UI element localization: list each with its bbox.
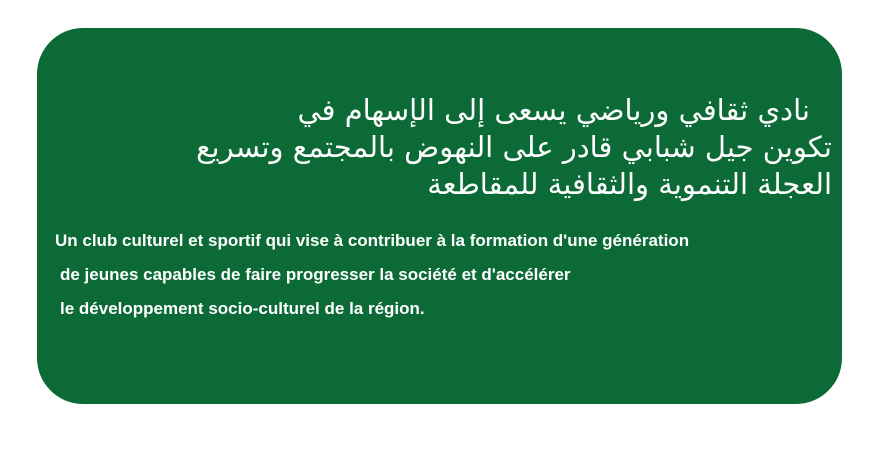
arabic-line-2: تكوين جيل شبابي قادر على النهوض بالمجتمع… [196,130,832,164]
french-line-3: le développement socio-culturel de la ré… [60,299,425,318]
french-mission-text: Un club culturel et sportif qui vise à c… [55,224,835,326]
mission-banner: نادي ثقافي ورياضي يسعى إلى الإسهام في تك… [37,28,842,404]
arabic-mission-text: نادي ثقافي ورياضي يسعى إلى الإسهام في تك… [52,92,832,203]
arabic-line-1: نادي ثقافي ورياضي يسعى إلى الإسهام في [297,93,810,127]
arabic-line-3: العجلة التنموية والثقافية للمقاطعة [427,167,832,201]
french-line-2: de jeunes capables de faire progresser l… [60,265,571,284]
french-line-1: Un club culturel et sportif qui vise à c… [55,231,690,250]
